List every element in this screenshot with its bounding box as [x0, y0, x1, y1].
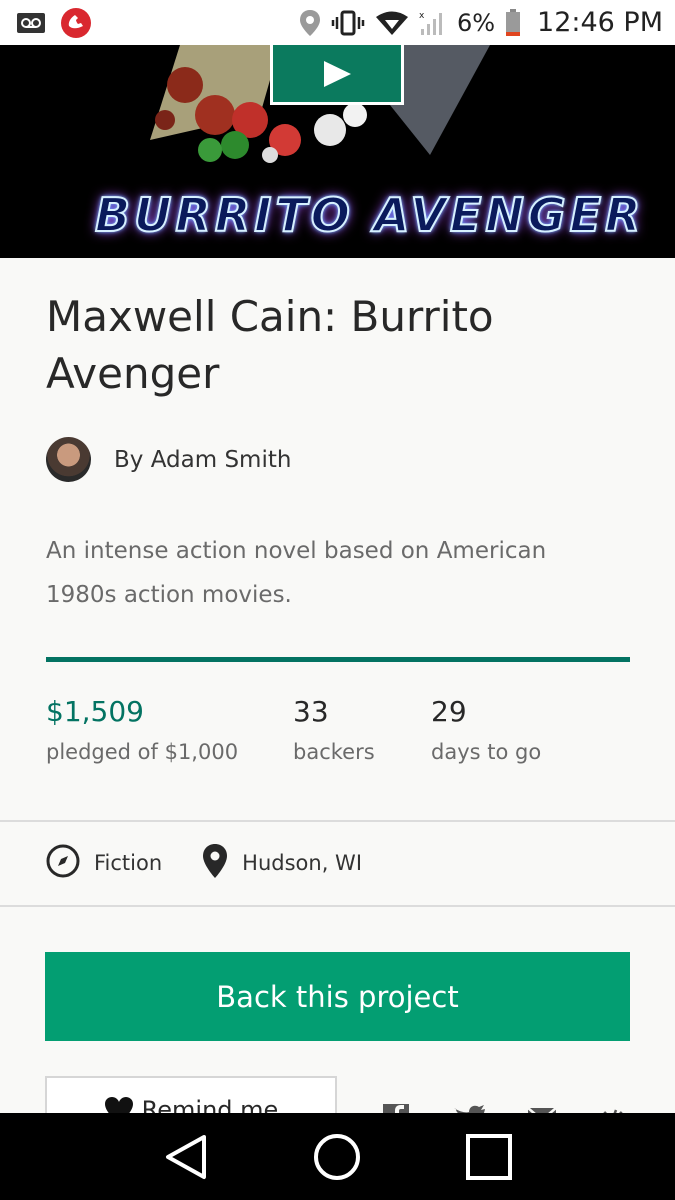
wifi-icon [375, 10, 409, 36]
play-video-button[interactable] [270, 45, 404, 105]
compass-icon [46, 844, 80, 883]
backers-count: 33 [293, 695, 329, 728]
voicemail-icon [16, 12, 46, 34]
home-nav-button[interactable] [297, 1117, 377, 1197]
location-icon [299, 9, 321, 37]
funding-progress-bar [46, 657, 630, 662]
stat-backers: 33 backers [293, 695, 375, 764]
backers-label: backers [293, 740, 375, 764]
creator-name[interactable]: By Adam Smith [114, 447, 291, 473]
back-nav-button[interactable] [146, 1117, 226, 1197]
back-project-button[interactable]: Back this project [45, 952, 630, 1041]
recents-square-icon [466, 1133, 513, 1180]
avatar[interactable] [46, 437, 91, 482]
category-label[interactable]: Fiction [94, 851, 162, 875]
signal-icon: x [419, 9, 447, 37]
home-circle-icon [314, 1133, 361, 1180]
hero-logo-text: BURRITO AVENGER [94, 187, 645, 243]
vibrate-icon [331, 10, 365, 36]
project-title: Maxwell Cain: Burrito Avenger [46, 292, 494, 398]
project-video-hero[interactable]: BURRITO AVENGER [0, 45, 675, 258]
location-link[interactable]: Hudson, WI [202, 843, 362, 884]
battery-icon [505, 8, 521, 37]
pledged-label: pledged of $1,000 [46, 740, 239, 764]
project-meta: Fiction Hudson, WI [46, 841, 362, 885]
battery-percent: 6% [456, 8, 496, 37]
stat-days: 29 days to go [431, 695, 541, 764]
pledged-amount: $1,509 [46, 695, 144, 728]
clock: 12:46 PM [537, 7, 663, 38]
status-bar-left [16, 7, 92, 39]
play-icon [324, 60, 351, 87]
stat-pledged: $1,509 pledged of $1,000 [46, 695, 238, 764]
android-nav-bar [0, 1113, 675, 1200]
days-label: days to go [431, 740, 542, 764]
creator-row[interactable]: By Adam Smith [46, 437, 291, 482]
status-bar-right: x 6% 12:46 PM [299, 7, 663, 38]
recents-nav-button[interactable] [449, 1117, 529, 1197]
divider [0, 820, 675, 822]
funding-stats: $1,509 pledged of $1,000 33 backers 29 d… [46, 695, 646, 775]
days-count: 29 [431, 695, 467, 728]
back-triangle-icon [165, 1134, 206, 1179]
category-link[interactable]: Fiction [46, 844, 162, 883]
status-bar: x 6% 12:46 PM [0, 0, 675, 45]
divider [0, 905, 675, 907]
funding-progress-fill [46, 657, 630, 662]
map-pin-icon [202, 843, 228, 884]
missed-call-icon [60, 7, 92, 39]
project-blurb: An intense action novel based on America… [46, 538, 547, 608]
svg-text:x: x [419, 11, 425, 21]
location-label[interactable]: Hudson, WI [242, 851, 362, 875]
